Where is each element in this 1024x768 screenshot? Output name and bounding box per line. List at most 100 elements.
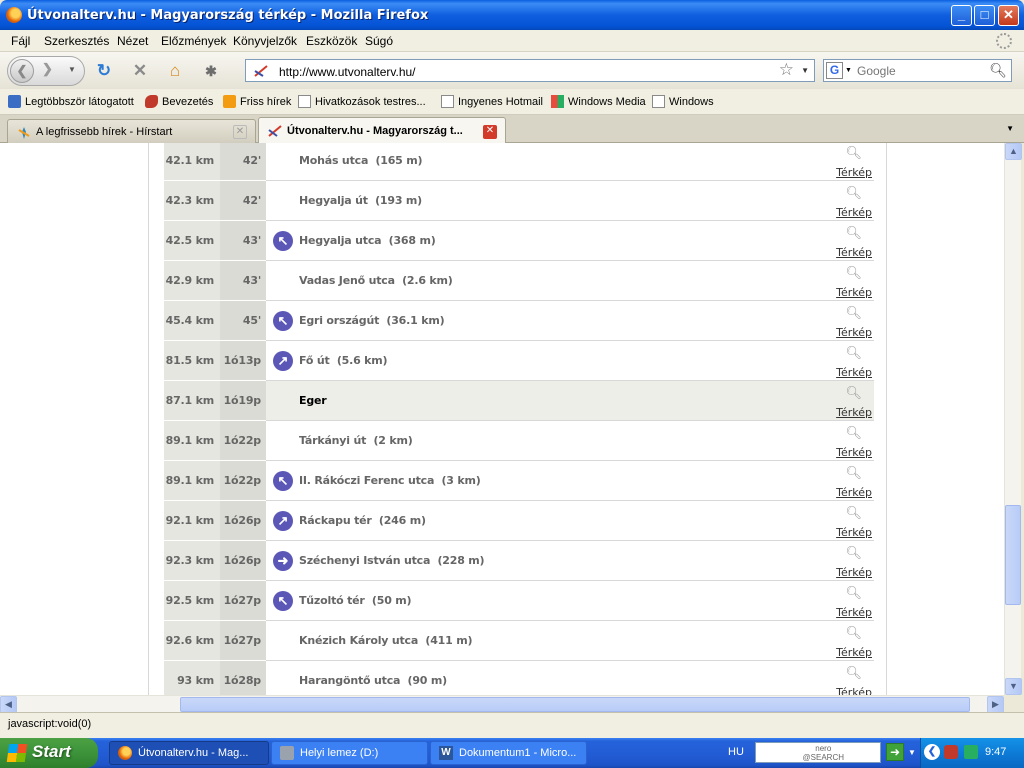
network-icon[interactable]	[964, 745, 978, 759]
street-name: Hegyalja út	[299, 194, 368, 207]
tab-close-icon[interactable]: ✕	[233, 125, 247, 139]
route-step-distance: 93 km	[164, 661, 220, 695]
tab-close-icon[interactable]: ✕	[483, 125, 497, 139]
route-step-street: Széchenyi István utca (228 m)	[299, 554, 485, 567]
bookmark-label: Friss hírek	[240, 96, 292, 108]
addon-icon[interactable]: ✱	[201, 62, 221, 82]
route-step-street: Harangöntő utca (90 m)	[299, 674, 447, 687]
map-link[interactable]: Térkép	[836, 646, 872, 659]
bookmark-getting-started[interactable]: Bevezetés	[145, 95, 213, 108]
taskbar: Start Útvonalterv.hu - Mag... Helyi leme…	[0, 738, 1024, 768]
horizontal-scroll-thumb[interactable]	[180, 697, 970, 712]
search-bar[interactable]: G ▼ 🔍︎	[823, 59, 1012, 82]
bookmark-windows[interactable]: Windows	[652, 95, 714, 108]
home-icon[interactable]: ⌂	[165, 62, 185, 82]
maximize-button[interactable]: □	[974, 5, 995, 26]
stop-icon[interactable]: ✕	[130, 62, 150, 82]
magnifier-icon[interactable]: 🔍︎	[845, 265, 862, 281]
search-input[interactable]	[857, 63, 987, 78]
search-icon[interactable]: 🔍︎	[989, 62, 1007, 79]
start-button[interactable]: Start	[0, 738, 98, 768]
url-dropdown-icon[interactable]: ▼	[801, 66, 809, 75]
nero-search-box[interactable]: nero @SEARCH	[755, 742, 881, 763]
tab-utvonalterv[interactable]: Útvonalterv.hu - Magyarország t... ✕	[258, 117, 506, 144]
map-link[interactable]: Térkép	[836, 326, 872, 339]
map-link[interactable]: Térkép	[836, 566, 872, 579]
bookmark-hotmail[interactable]: Ingyenes Hotmail	[441, 95, 543, 108]
map-link[interactable]: Térkép	[836, 366, 872, 379]
street-length: (2 km)	[373, 434, 413, 447]
bookmark-news[interactable]: Friss hírek	[223, 95, 291, 108]
magnifier-icon[interactable]: 🔍︎	[845, 465, 862, 481]
star-icon[interactable]: ☆	[779, 60, 794, 80]
close-button[interactable]: ✕	[998, 5, 1019, 26]
map-link[interactable]: Térkép	[836, 166, 872, 179]
magnifier-icon[interactable]: 🔍︎	[845, 625, 862, 641]
taskbar-task-word[interactable]: W Dokumentum1 - Micro...	[430, 741, 587, 765]
map-link[interactable]: Térkép	[836, 406, 872, 419]
route-step-row: 81.5 km 1ó13p ↗ Fő út (5.6 km) 🔍︎ Térkép	[164, 341, 874, 381]
map-link[interactable]: Térkép	[836, 286, 872, 299]
turn-up-left-icon: ↖	[273, 471, 293, 491]
map-link[interactable]: Térkép	[836, 606, 872, 619]
route-step-street: Knézich Károly utca (411 m)	[299, 634, 472, 647]
go-arrow-icon[interactable]: ➜	[886, 743, 904, 761]
bookmark-most-visited[interactable]: Legtöbbször látogatott	[8, 95, 134, 108]
map-link[interactable]: Térkép	[836, 526, 872, 539]
bookmark-customize-links[interactable]: Hivatkozások testres...	[298, 95, 426, 108]
vertical-scroll-thumb[interactable]	[1005, 505, 1021, 605]
map-link[interactable]: Térkép	[836, 486, 872, 499]
taskbar-task-explorer[interactable]: Helyi lemez (D:)	[271, 741, 428, 765]
firefox-icon	[118, 746, 132, 760]
map-link[interactable]: Térkép	[836, 246, 872, 259]
bookmark-windows-media[interactable]: Windows Media	[551, 95, 646, 108]
magnifier-icon[interactable]: 🔍︎	[845, 145, 862, 161]
magnifier-icon[interactable]: 🔍︎	[845, 425, 862, 441]
forward-icon[interactable]: ❯	[42, 61, 53, 77]
map-link[interactable]: Térkép	[836, 686, 872, 695]
scroll-down-icon[interactable]: ▼	[1005, 678, 1022, 695]
menu-file[interactable]: Fájl	[11, 34, 30, 48]
history-dropdown-icon[interactable]: ▼	[68, 65, 76, 74]
magnifier-icon[interactable]: 🔍︎	[845, 585, 862, 601]
back-icon[interactable]: ❮	[10, 59, 34, 83]
taskbar-task-firefox[interactable]: Útvonalterv.hu - Mag...	[109, 741, 269, 765]
magnifier-icon[interactable]: 🔍︎	[845, 505, 862, 521]
map-link[interactable]: Térkép	[836, 206, 872, 219]
map-link[interactable]: Térkép	[836, 446, 872, 459]
search-dropdown-icon[interactable]: ▼	[908, 748, 916, 757]
tab-hirstart[interactable]: A legfrissebb hírek - Hírstart ✕	[7, 119, 256, 143]
scroll-left-icon[interactable]: ◀	[0, 696, 17, 713]
tab-list-dropdown-icon[interactable]: ▼	[1006, 124, 1014, 133]
scroll-right-icon[interactable]: ▶	[987, 696, 1004, 713]
magnifier-icon[interactable]: 🔍︎	[845, 385, 862, 401]
url-bar[interactable]: http://www.utvonalterv.hu/ ☆ ▼	[245, 59, 815, 82]
menu-edit[interactable]: Szerkesztés	[44, 34, 109, 48]
menu-view[interactable]: Nézet	[117, 34, 148, 48]
route-step-distance: 42.3 km	[164, 181, 220, 221]
magnifier-icon[interactable]: 🔍︎	[845, 185, 862, 201]
route-step-distance: 92.1 km	[164, 501, 220, 541]
show-hidden-icons-icon[interactable]: ❮	[924, 744, 940, 760]
magnifier-icon[interactable]: 🔍︎	[845, 665, 862, 681]
scroll-up-icon[interactable]: ▲	[1005, 143, 1022, 160]
search-engine-icon[interactable]: G	[826, 62, 843, 79]
word-icon: W	[439, 746, 453, 760]
magnifier-icon[interactable]: 🔍︎	[845, 225, 862, 241]
horizontal-scrollbar[interactable]: ◀ ▶	[0, 695, 1004, 713]
menu-history[interactable]: Előzmények	[161, 34, 226, 48]
menu-bookmarks[interactable]: Könyvjelzők	[233, 34, 297, 48]
magnifier-icon[interactable]: 🔍︎	[845, 545, 862, 561]
vertical-scrollbar[interactable]: ▲ ▼	[1004, 143, 1022, 695]
minimize-button[interactable]: _	[951, 5, 972, 26]
language-indicator[interactable]: HU	[728, 746, 744, 758]
search-engine-dropdown-icon[interactable]: ▼	[845, 67, 852, 74]
menu-tools[interactable]: Eszközök	[306, 34, 357, 48]
clock[interactable]: 9:47	[985, 746, 1006, 758]
url-text[interactable]: http://www.utvonalterv.hu/	[279, 65, 416, 79]
menu-help[interactable]: Súgó	[365, 34, 393, 48]
magnifier-icon[interactable]: 🔍︎	[845, 305, 862, 321]
security-shield-icon[interactable]	[944, 745, 958, 759]
magnifier-icon[interactable]: 🔍︎	[845, 345, 862, 361]
reload-icon[interactable]: ↻	[94, 62, 114, 82]
